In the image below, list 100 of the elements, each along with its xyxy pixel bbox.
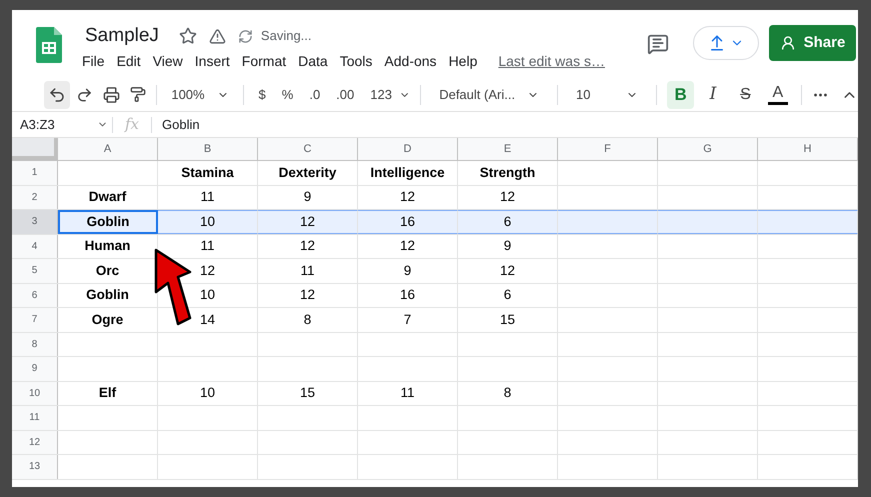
table-cell-text: 11 [300,262,314,280]
row-header[interactable]: 13 [12,455,58,478]
column-header[interactable]: A [58,138,158,160]
table-cell-text: 14 [200,310,216,329]
table-cell-text: 7 [404,310,412,329]
number-format-button[interactable]: 123 [365,84,397,104]
function-icon: fx [113,113,152,136]
table-cell-text: 10 [200,384,216,402]
table-cell-text: 9 [504,237,512,256]
table-cell-text: Intelligence [370,164,445,182]
zoom-dropdown[interactable]: 100% [167,84,233,104]
column-header[interactable]: E [458,138,558,160]
table-cell-text: Stamina [181,164,234,182]
column-header[interactable]: G [658,138,758,160]
menu-item[interactable]: Data [293,51,333,72]
table-cell-text: 12 [300,237,316,256]
row-header[interactable]: 8 [12,332,58,356]
row-header[interactable]: 10 [12,382,58,405]
number-format-button[interactable]: .0 [304,84,326,104]
table-cell-text: 12 [500,262,516,280]
star-icon[interactable] [178,27,197,45]
strikethrough-button[interactable]: S [732,80,759,108]
table-cell-text: 12 [200,262,216,280]
font-dropdown[interactable]: Default (Ari... [431,84,548,104]
row-header[interactable]: 7 [12,308,58,332]
menu-item[interactable]: Format [236,51,292,72]
table-cell-text: 10 [200,286,216,304]
table-cell-text: 11 [200,237,214,256]
print-icon[interactable] [103,86,120,104]
table-cell-text: Goblin [86,212,130,231]
table-cell-text: 12 [300,212,316,231]
spreadsheet-logo-icon[interactable] [36,27,62,63]
number-format-button[interactable]: $ [254,84,271,104]
undo-icon[interactable] [44,80,70,108]
row-header[interactable]: 12 [12,430,58,454]
table-cell-text: 10 [200,212,216,231]
column-header[interactable]: F [558,138,658,160]
table-cell-text: 9 [304,188,312,206]
menu-item[interactable]: File [77,51,110,72]
table-cell-text: Human [84,237,130,256]
table-cell-text: 11 [400,384,414,402]
table-cell-text: Orc [96,262,120,280]
table-cell-text: 9 [404,262,412,280]
arrow-icon [152,248,194,328]
person-icon [780,35,796,51]
table-cell-text: 8 [304,310,312,329]
row-header[interactable]: 9 [12,357,58,380]
share-button[interactable]: Share [769,25,856,61]
table-cell-text: 15 [300,384,316,402]
redo-icon[interactable] [76,86,94,104]
row-header[interactable]: 6 [12,284,58,307]
document-title[interactable]: SampleJ [85,22,159,50]
bold-button[interactable]: B [667,80,694,108]
row-header[interactable]: 4 [12,234,58,258]
table-cell-text: Dwarf [88,188,126,206]
number-format-button[interactable]: .00 [331,84,360,104]
table-cell-text: 12 [300,286,316,304]
name-box[interactable]: A3:Z3 [12,114,112,134]
table-cell-text: Elf [98,384,116,402]
menu-item[interactable]: Insert [190,51,235,72]
menu-item[interactable]: Help [444,51,482,72]
table-cell-text: 12 [500,188,516,206]
table-cell-text: 6 [504,286,512,304]
table-cell-text: Ogre [92,310,124,329]
table-cell-text: 12 [400,237,416,256]
italic-button[interactable]: I [700,80,726,108]
present-icon [708,34,726,52]
save-status: Saving... [260,27,312,46]
table-cell-text: 11 [200,188,214,206]
formula-field[interactable]: Goblin [152,114,200,134]
menu-item[interactable]: Tools [334,51,378,72]
text-color-button[interactable]: A [764,80,792,108]
table-cell-text: Goblin [86,286,129,304]
font-size-dropdown[interactable]: 10 [568,84,646,104]
row-header[interactable]: 1 [12,161,58,184]
paint-format-icon[interactable] [130,86,146,103]
row-header[interactable]: 2 [12,186,58,209]
column-header[interactable]: D [358,138,458,160]
column-header[interactable]: C [258,138,358,160]
column-header[interactable]: B [158,138,258,160]
table-cell-text: Strength [480,164,536,182]
last-edit-link[interactable]: Last edit was s… [498,51,605,72]
row-header[interactable]: 5 [12,259,58,282]
number-format-button[interactable]: % [276,84,298,104]
table-cell-text: Dexterity [278,164,336,182]
menu-item[interactable]: View [148,51,188,72]
present-button[interactable] [693,26,759,60]
table-cell-text: 16 [400,286,416,304]
row-header[interactable]: 3 [12,210,58,234]
row-header[interactable]: 11 [12,406,58,430]
table-cell-text: 12 [400,188,416,206]
table-cell-text: 8 [504,384,512,402]
sync-icon [238,28,253,44]
table-cell-text: 16 [400,212,416,231]
column-header[interactable]: H [758,138,858,160]
comment-icon[interactable] [647,33,669,55]
menu-item[interactable]: Edit [112,51,146,72]
table-cell-text: 6 [504,212,512,231]
table-cell-text: 15 [500,310,516,329]
menu-item[interactable]: Add-ons [379,51,442,72]
